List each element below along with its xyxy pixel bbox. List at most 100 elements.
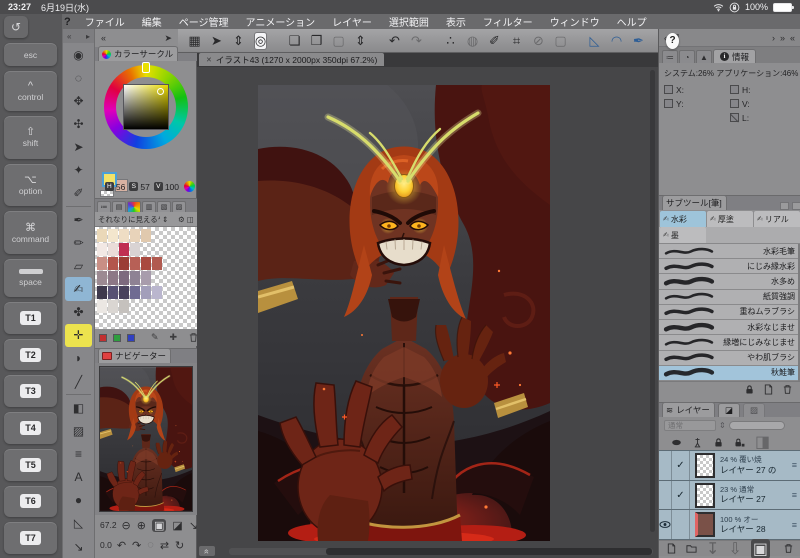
edit-color[interactable]: ✎ bbox=[151, 332, 159, 343]
new-layer[interactable] bbox=[666, 543, 677, 554]
edge-key-esc[interactable]: esc bbox=[4, 43, 57, 67]
swatch-4-2[interactable] bbox=[119, 285, 129, 299]
close-document-icon[interactable]: ✕ bbox=[206, 56, 212, 64]
scroll-panels[interactable]: › bbox=[772, 33, 775, 43]
navigator-tab[interactable]: ナビゲーター bbox=[98, 348, 172, 363]
layer-row[interactable]: 100 % オー レイヤー 28 ≡ bbox=[659, 510, 800, 540]
tool-gradient[interactable]: ▨ bbox=[65, 419, 92, 442]
menu-item-0[interactable]: ファイル bbox=[85, 14, 125, 29]
edge-key-t4[interactable]: T4 bbox=[4, 412, 57, 444]
transform[interactable]: ⌗ bbox=[510, 33, 523, 49]
layer-check[interactable]: ✓ bbox=[672, 451, 690, 480]
hsv-rgb-toggle-icon[interactable] bbox=[184, 181, 195, 192]
tool-pencil[interactable]: ✏ bbox=[65, 231, 92, 254]
gesture-undo-button[interactable]: ↺ bbox=[4, 16, 28, 38]
edge-key-command[interactable]: ⌘ command bbox=[4, 211, 57, 255]
subtool-group-1[interactable]: ✍ 厚塗 bbox=[707, 211, 753, 227]
sv-marker[interactable] bbox=[157, 88, 164, 95]
merge-down[interactable]: ⇩ bbox=[728, 539, 741, 558]
save-canvas[interactable]: ▢ bbox=[332, 33, 345, 49]
canvas-vertical-scrollbar[interactable] bbox=[650, 70, 655, 540]
expand-tools-icon[interactable]: ▸ bbox=[86, 32, 90, 41]
quick-color-1[interactable] bbox=[113, 333, 121, 342]
menu-item-8[interactable]: ウィンドウ bbox=[550, 14, 600, 29]
tab-scene[interactable]: ▲ bbox=[696, 50, 712, 63]
subtool-group-0[interactable]: ✍ 水彩 bbox=[660, 211, 706, 227]
zoom-out[interactable]: ⊖ bbox=[122, 519, 131, 532]
tool-wand[interactable]: ✦ bbox=[65, 159, 92, 182]
collapse-tools-icon[interactable]: « bbox=[67, 32, 71, 41]
tool-pattern[interactable]: ≡ bbox=[65, 442, 92, 465]
swatch-0-3[interactable] bbox=[130, 229, 140, 243]
enable-mask[interactable]: ◨ bbox=[755, 432, 770, 452]
layer-menu-icon[interactable]: ≡ bbox=[792, 460, 797, 470]
tab-history[interactable]: ◔ bbox=[679, 50, 695, 63]
undo[interactable]: ↶ bbox=[388, 33, 401, 49]
menu-item-3[interactable]: アニメーション bbox=[246, 14, 316, 29]
edge-key-space[interactable]: space bbox=[4, 259, 57, 297]
stepper-a[interactable]: ⇕ bbox=[232, 33, 245, 49]
swatch-3-0[interactable] bbox=[97, 271, 107, 285]
tab-colorset[interactable]: ▦ bbox=[127, 201, 141, 212]
layer-tab[interactable]: ≋ レイヤー bbox=[662, 402, 715, 417]
open-canvas[interactable]: ❒ bbox=[310, 33, 323, 49]
tool-decoration[interactable]: ✛ bbox=[65, 323, 92, 347]
swatch-0-1[interactable] bbox=[108, 229, 118, 243]
layer-visibility[interactable] bbox=[659, 451, 672, 480]
tool-liquify[interactable]: ╱ bbox=[65, 370, 92, 393]
navigator-thumbnail[interactable] bbox=[99, 366, 193, 512]
tab-other[interactable]: ▨ bbox=[172, 201, 186, 212]
brush-row[interactable]: やわ肌ブラシ bbox=[659, 351, 800, 366]
swatch-4-0[interactable] bbox=[97, 285, 107, 299]
tab-grid[interactable]: ▥ bbox=[142, 201, 156, 212]
flip-view[interactable]: ↘ bbox=[189, 519, 198, 532]
new-folder[interactable] bbox=[686, 543, 697, 554]
redo[interactable]: ↷ bbox=[410, 33, 423, 49]
lock-settings[interactable] bbox=[744, 384, 755, 395]
subtool-group-2[interactable]: ✍ リアル bbox=[754, 211, 800, 227]
edge-key-t6[interactable]: T6 bbox=[4, 485, 57, 518]
tool-line-correct[interactable]: ↘ bbox=[65, 535, 92, 558]
layer-visibility[interactable] bbox=[659, 480, 672, 510]
menu-item-9[interactable]: ヘルプ bbox=[617, 14, 647, 29]
menu-item-6[interactable]: 表示 bbox=[446, 14, 466, 29]
snap-guide[interactable]: ✒ bbox=[632, 33, 645, 49]
edge-key-shift[interactable]: ⇧ shift bbox=[4, 116, 57, 159]
preset-export-icon[interactable]: ◫ bbox=[187, 215, 194, 224]
canvas-artwork[interactable] bbox=[258, 85, 550, 541]
layer-extra-tab[interactable]: ▨ bbox=[742, 403, 765, 417]
tool-pointer[interactable]: ➤ bbox=[210, 33, 223, 49]
deselect[interactable]: ⊘ bbox=[532, 33, 545, 49]
subtool-tab[interactable]: サブツール[筆] bbox=[662, 195, 727, 210]
new-canvas[interactable]: ❏ bbox=[288, 33, 301, 49]
swatch-0-2[interactable] bbox=[119, 229, 129, 243]
panel-arrow[interactable]: ➤ bbox=[164, 33, 172, 44]
select-area[interactable]: ▢ bbox=[554, 33, 567, 49]
tool-lasso[interactable]: ◌ bbox=[65, 66, 92, 89]
swatch-4-1[interactable] bbox=[108, 285, 118, 299]
tool-fill[interactable]: ◧ bbox=[65, 396, 92, 419]
screen-color[interactable]: ◍ bbox=[466, 33, 479, 49]
clip-studio-logo[interactable]: ? bbox=[64, 16, 71, 28]
layer-row[interactable]: ✓ 24 % 覆い焼 レイヤー 27 の ≡ bbox=[659, 451, 800, 481]
edge-key-t5[interactable]: T5 bbox=[4, 448, 57, 481]
swatch-1-3[interactable] bbox=[130, 243, 140, 257]
edge-key-t3[interactable]: T3 bbox=[4, 375, 57, 408]
add-color[interactable]: ✚ bbox=[170, 332, 178, 343]
swatch-3-1[interactable] bbox=[108, 271, 118, 285]
tool-ruler[interactable]: ◺ bbox=[65, 512, 92, 535]
swatch-4-4[interactable] bbox=[141, 285, 151, 299]
lock-layer[interactable] bbox=[713, 437, 724, 448]
tool-brush[interactable]: ✍ bbox=[65, 277, 92, 301]
edge-key-t2[interactable]: T2 bbox=[4, 338, 57, 371]
collapse-bottom-button[interactable]: « bbox=[199, 546, 215, 556]
menu-item-7[interactable]: フィルター bbox=[483, 14, 533, 29]
swatch-5-1[interactable] bbox=[108, 299, 118, 313]
swatch-5-2[interactable] bbox=[119, 299, 129, 313]
swatch-3-3[interactable] bbox=[130, 271, 140, 285]
tool-move[interactable]: ✣ bbox=[65, 112, 92, 135]
layer-check[interactable] bbox=[672, 510, 690, 540]
brush-row[interactable]: 秋鮭筆 bbox=[659, 365, 800, 381]
swatch-3-4[interactable] bbox=[141, 271, 151, 285]
tab-swatch[interactable]: ▤ bbox=[112, 201, 126, 212]
